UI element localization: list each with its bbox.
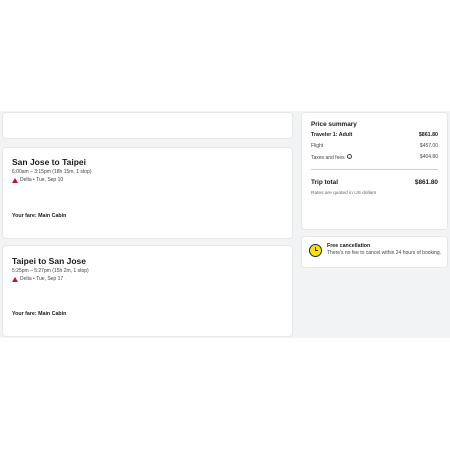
free-cancellation-text: There's no fee to cancel within 24 hours… — [327, 250, 442, 256]
return-flight-card[interactable]: Taipei to San Jose 5:25pm – 5:27pm (15h … — [3, 246, 292, 336]
return-fare: Your fare: Main Cabin — [12, 311, 67, 317]
delta-logo-icon — [12, 177, 18, 183]
price-summary-card: Price summary Traveler 1: Adult $861.80 … — [302, 113, 447, 229]
price-divider — [311, 169, 438, 170]
traveler-label: Traveler 1: Adult — [311, 132, 353, 138]
currency-note: Rates are quoted in US dollars — [311, 191, 377, 196]
return-carrier-text: Delta • Tue, Sep 17 — [20, 276, 64, 282]
traveler-row: Traveler 1: Adult $861.80 — [311, 132, 438, 138]
total-amount: $861.80 — [414, 179, 438, 186]
total-label: Trip total — [311, 179, 338, 186]
taxes-amount: $404.80 — [419, 154, 438, 160]
outbound-carrier: Delta • Tue, Sep 10 — [12, 177, 63, 183]
taxes-row: Taxes and fees i $404.80 — [311, 154, 438, 161]
traveler-amount: $861.80 — [418, 132, 438, 138]
outbound-flight-card[interactable]: San Jose to Taipei 6:00am – 3:15pm (18h … — [3, 148, 292, 238]
clock-icon — [309, 244, 322, 257]
outbound-fare: Your fare: Main Cabin — [12, 213, 67, 219]
return-route-title: Taipei to San Jose — [12, 256, 87, 266]
free-cancellation-title: Free cancellation — [327, 243, 371, 249]
delta-logo-icon — [12, 276, 18, 282]
price-summary-title: Price summary — [311, 121, 357, 128]
outbound-carrier-text: Delta • Tue, Sep 10 — [20, 177, 64, 183]
flight-amount: $457.00 — [419, 143, 438, 149]
flight-label: Flight — [311, 143, 324, 149]
flight-row: Flight $457.00 — [311, 143, 438, 149]
top-placeholder-card — [3, 113, 292, 138]
outbound-route-title: San Jose to Taipei — [12, 157, 87, 167]
return-carrier: Delta • Tue, Sep 17 — [12, 276, 63, 282]
info-icon[interactable]: i — [346, 154, 352, 160]
taxes-label: Taxes and fees — [311, 155, 345, 161]
taxes-label-wrap: Taxes and fees i — [311, 154, 352, 161]
return-times: 5:25pm – 5:27pm (15h 2m, 1 stop) — [12, 268, 89, 274]
free-cancellation-card: Free cancellation There's no fee to canc… — [302, 237, 447, 267]
total-row: Trip total $861.80 — [311, 179, 438, 186]
outbound-times: 6:00am – 3:15pm (18h 15m, 1 stop) — [12, 169, 92, 175]
